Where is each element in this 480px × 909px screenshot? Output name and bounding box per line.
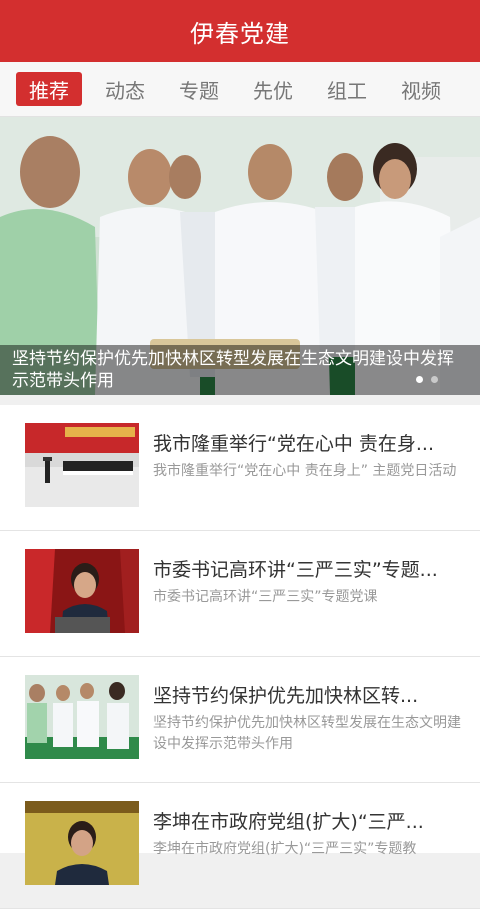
news-description: 我市隆重举行“党在心中 责在身上” 主题党日活动 [153, 463, 457, 479]
list-item[interactable]: 市委书记高环讲“三严三实”专题... 市委书记高环讲“三严三实”专题党课 [0, 531, 480, 657]
news-description: 坚持节约保护优先加快林区转型发展在生态文明建设中发挥示范带头作用 [153, 715, 461, 752]
news-list: 我市隆重举行“党在心中 责在身... 我市隆重举行“党在心中 责在身上” 主题党… [0, 405, 480, 909]
news-thumbnail [25, 801, 139, 885]
banner-caption: 坚持节约保护优先加快林区转型发展在生态文明建设中发挥示范带头作用 [0, 345, 480, 395]
carousel-dot [431, 376, 438, 383]
carousel-indicator [416, 376, 438, 383]
tab-video[interactable]: 视频 [390, 72, 452, 106]
list-item[interactable]: 我市隆重举行“党在心中 责在身... 我市隆重举行“党在心中 责在身上” 主题党… [0, 405, 480, 531]
news-thumbnail [25, 423, 139, 507]
list-item[interactable]: 李坤在市政府党组(扩大)“三严... 李坤在市政府党组(扩大)“三严三实”专题教 [0, 783, 480, 909]
news-thumbnail [25, 675, 139, 759]
category-tabs: 推荐 动态 专题 先优 组工 视频 [0, 62, 480, 117]
tab-org-work[interactable]: 组工 [316, 72, 378, 106]
banner-carousel[interactable]: 坚持节约保护优先加快林区转型发展在生态文明建设中发挥示范带头作用 [0, 117, 480, 395]
list-item[interactable]: 坚持节约保护优先加快林区转... 坚持节约保护优先加快林区转型发展在生态文明建设… [0, 657, 480, 783]
tab-topics[interactable]: 专题 [168, 72, 230, 106]
app-title-bar: 伊春党建 [0, 0, 480, 62]
app-title: 伊春党建 [190, 19, 290, 48]
tab-news[interactable]: 动态 [94, 72, 156, 106]
news-title: 李坤在市政府党组(扩大)“三严... [153, 811, 424, 833]
news-description: 李坤在市政府党组(扩大)“三严三实”专题教 [153, 841, 417, 857]
news-title: 市委书记高环讲“三严三实”专题... [153, 559, 438, 581]
tab-models[interactable]: 先优 [242, 72, 304, 106]
news-title: 我市隆重举行“党在心中 责在身... [153, 433, 435, 455]
news-description: 市委书记高环讲“三严三实”专题党课 [153, 589, 378, 605]
tab-recommend[interactable]: 推荐 [16, 72, 82, 106]
news-thumbnail [25, 549, 139, 633]
news-title: 坚持节约保护优先加快林区转... [153, 685, 419, 707]
carousel-dot-active [416, 376, 423, 383]
